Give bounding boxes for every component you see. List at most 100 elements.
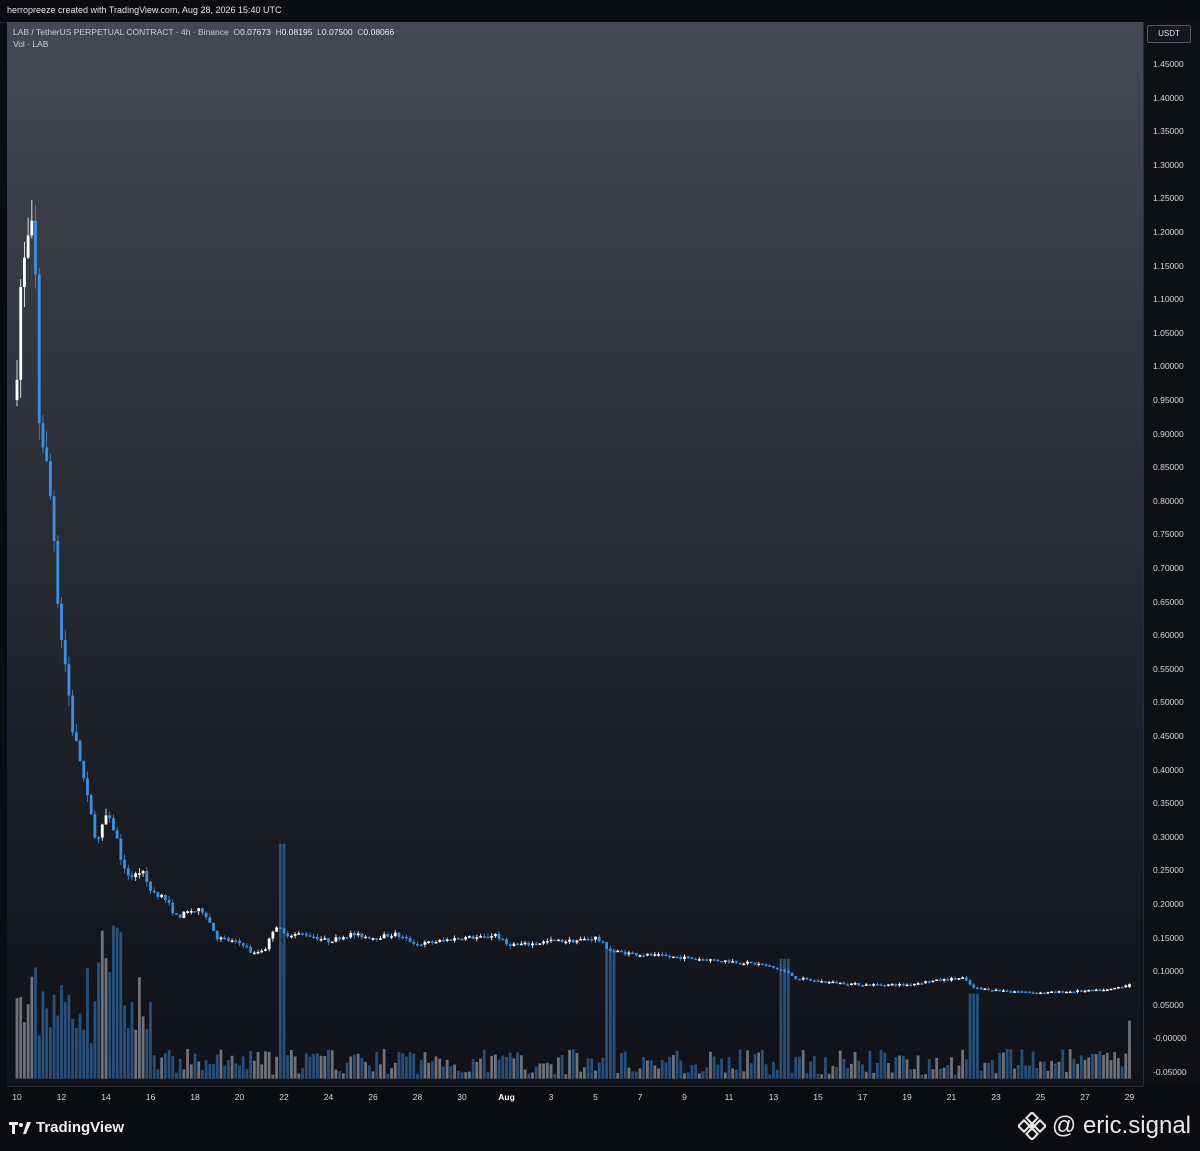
candle-body — [1002, 990, 1005, 992]
candle-body — [1057, 991, 1061, 993]
candle-body — [827, 981, 831, 984]
volume-bar — [1024, 1065, 1028, 1079]
volume-bar — [501, 1055, 505, 1079]
candle-body — [423, 942, 427, 945]
candle-body — [97, 837, 100, 840]
volume-bar — [416, 1073, 419, 1079]
price-tick-label: 1.10000 — [1153, 294, 1184, 305]
volume-bar — [204, 1060, 208, 1079]
volume-bar — [15, 998, 19, 1079]
time-tick-label: 15 — [813, 1092, 823, 1102]
currency-badge[interactable]: USDT — [1147, 25, 1191, 43]
volume-bar — [260, 1064, 264, 1079]
time-tick-label: 21 — [946, 1092, 957, 1102]
volume-bar — [34, 967, 37, 1079]
volume-bar — [379, 1064, 382, 1079]
candle-body — [538, 943, 542, 945]
candle-body — [334, 937, 338, 942]
volume-bar — [175, 1072, 178, 1079]
candle-body — [961, 977, 965, 979]
candle-body — [137, 873, 141, 875]
candle-body — [549, 939, 553, 942]
volume-bar — [290, 1049, 293, 1079]
candle-body — [241, 943, 245, 946]
candle-body — [879, 984, 883, 986]
candle-body — [26, 235, 30, 258]
volume-bar — [445, 1059, 449, 1079]
candle-body — [824, 981, 827, 983]
price-tick-label: 0.70000 — [1153, 563, 1184, 573]
volume-bar — [683, 1073, 686, 1079]
candle-body — [987, 988, 990, 991]
candle-body — [872, 984, 876, 986]
candle-body — [208, 917, 212, 923]
candle-body — [56, 540, 60, 604]
time-tick-label: 27 — [1080, 1092, 1090, 1102]
candle-body — [419, 944, 423, 946]
volume-bar — [671, 1054, 675, 1079]
volume-bar — [571, 1049, 575, 1079]
volume-bar — [304, 1053, 308, 1079]
volume-bar — [1098, 1051, 1102, 1079]
volume-bar — [1050, 1060, 1054, 1079]
candle-body — [1065, 991, 1068, 994]
candle-body — [746, 961, 749, 964]
candle-body — [775, 967, 779, 970]
candle-body — [486, 936, 490, 939]
volume-bar — [709, 1051, 712, 1079]
volume-bar — [460, 1072, 464, 1079]
price-tick-label: 0.30000 — [1153, 831, 1184, 842]
candle-body — [416, 943, 419, 946]
price-chart[interactable] — [7, 22, 1143, 1086]
volume-bar — [953, 1074, 957, 1079]
candle-body — [931, 980, 935, 983]
volume-bar — [594, 1070, 597, 1079]
tradingview-logo[interactable]: TradingView — [9, 1119, 124, 1136]
time-tick-label: 11 — [724, 1092, 734, 1102]
chart-pane[interactable]: LAB / TetherUS PERPETUAL CONTRACT · 4h ·… — [7, 22, 1143, 1086]
candle-body — [445, 939, 449, 941]
volume-bar — [579, 1071, 583, 1079]
candle-body — [557, 939, 560, 942]
candle-body — [527, 942, 531, 946]
volume-bar — [241, 1056, 245, 1079]
candle-body — [1128, 984, 1131, 987]
volume-bar — [74, 1027, 78, 1079]
candle-body — [167, 899, 171, 903]
candle-body — [849, 983, 853, 986]
price-tick-label: 0.90000 — [1153, 428, 1184, 439]
candle-body — [1024, 991, 1028, 993]
volume-bar — [404, 1056, 408, 1079]
time-axis[interactable]: 10 12 14 16 18 20 22 24 26 28 30 Aug 3 5 7 9 11 13 15 17 19 2… — [7, 1086, 1143, 1107]
volume-bar — [1009, 1049, 1013, 1079]
candle-body — [160, 894, 164, 898]
time-tick-label: 22 — [279, 1092, 289, 1102]
volume-bar — [479, 1058, 482, 1079]
volume-bar — [649, 1060, 653, 1079]
volume-bar — [145, 1029, 149, 1079]
candle-body — [642, 955, 646, 957]
volume-bar — [972, 993, 976, 1079]
volume-bar — [538, 1063, 542, 1079]
volume-bar — [149, 1001, 152, 1079]
low-value: 0.07500 — [321, 27, 353, 37]
candle-body — [649, 953, 653, 956]
volume-bar — [37, 1035, 41, 1079]
candle-body — [189, 911, 193, 913]
volume-bar — [853, 1051, 857, 1079]
volume-bar — [512, 1058, 516, 1079]
time-tick-label: 29 — [1124, 1092, 1135, 1102]
volume-bar — [983, 1062, 987, 1079]
candle-body — [723, 960, 727, 962]
candle-body — [1046, 991, 1050, 994]
candle-body — [1098, 989, 1102, 992]
volume-bar — [427, 1062, 431, 1079]
volume-bar — [523, 1069, 527, 1079]
price-axis[interactable]: USDT 1.45000 1.40000 1.35000 1.30000 1.25000… — [1143, 22, 1200, 1086]
candle-body — [134, 873, 138, 878]
volume-bar — [976, 993, 979, 1079]
candle-body — [238, 940, 241, 944]
volume-bar — [234, 1063, 238, 1079]
volume-bar — [375, 1052, 379, 1079]
volume-bar — [616, 1072, 620, 1079]
